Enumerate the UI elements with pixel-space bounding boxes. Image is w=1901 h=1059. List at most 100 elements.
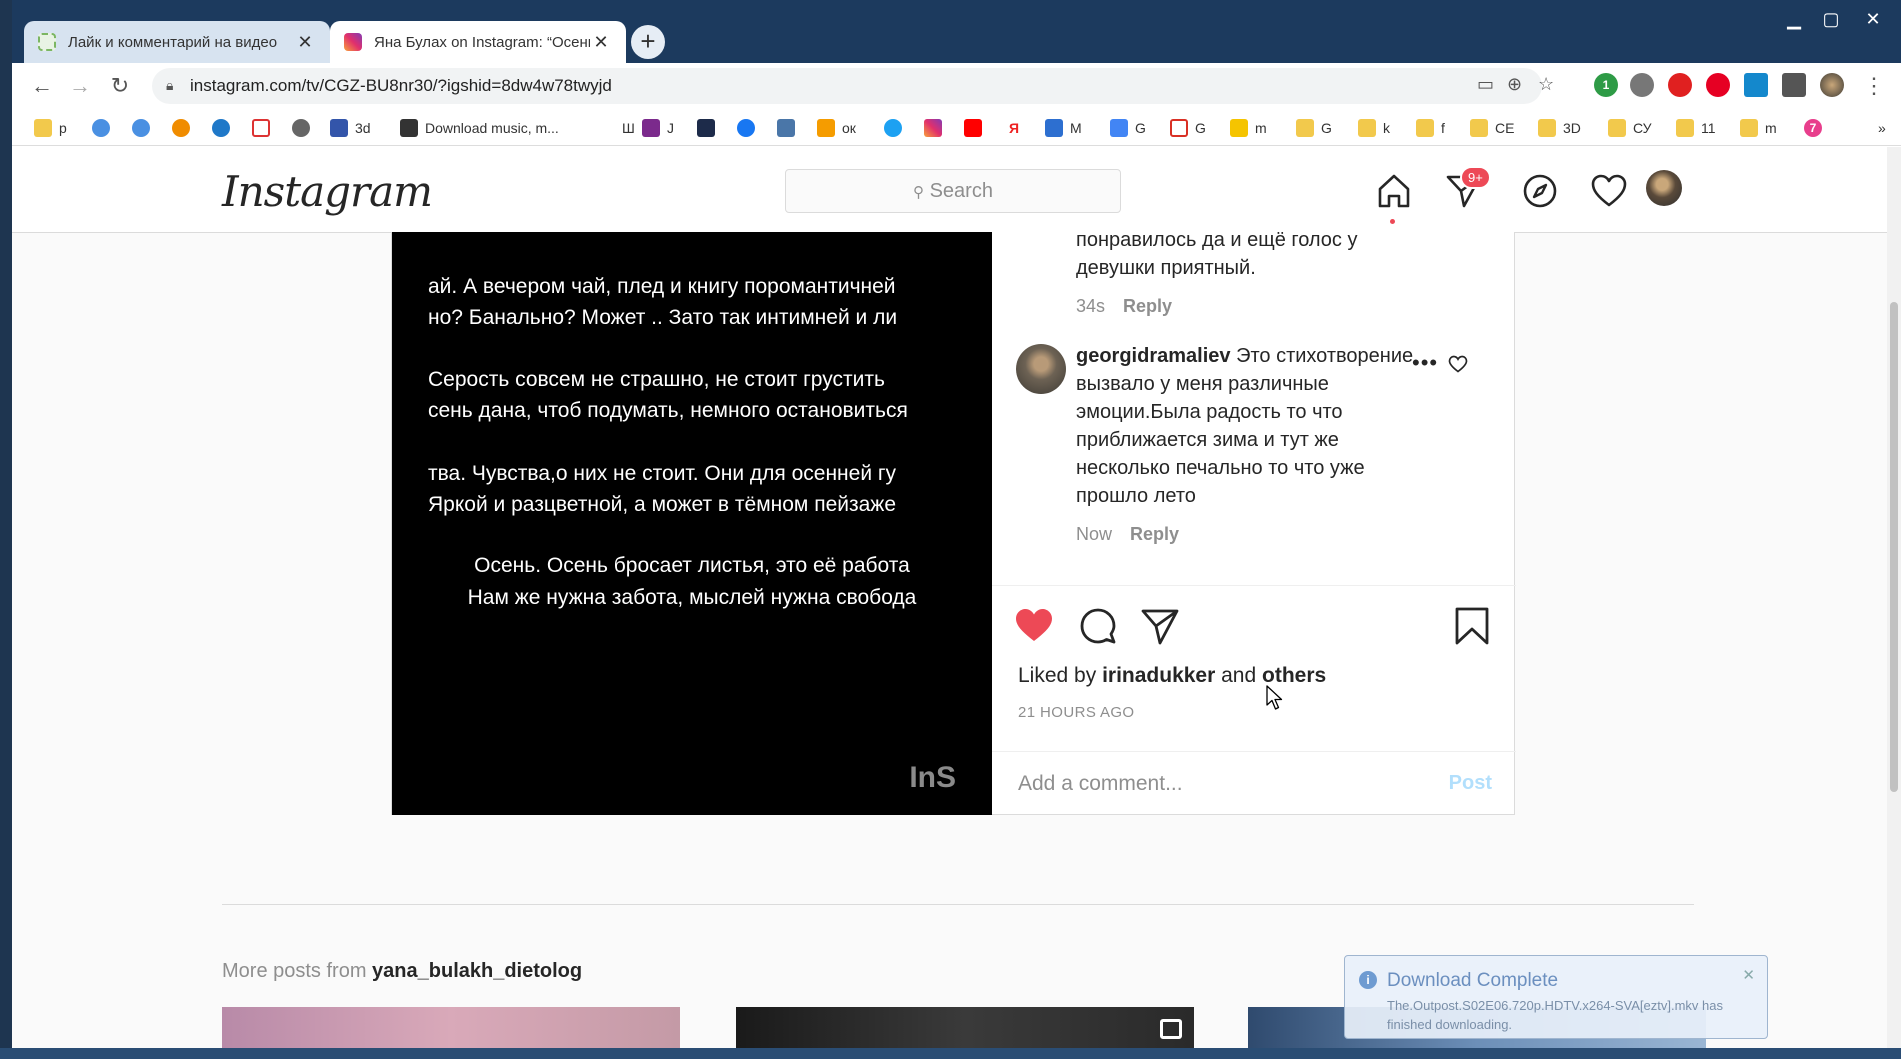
car-icon [400,119,418,137]
likes-others-link[interactable]: others [1262,664,1326,687]
bookmark[interactable] [697,117,722,139]
more-posts-username[interactable]: yana_bulakh_dietolog [372,960,582,982]
bookmark[interactable] [884,117,909,139]
close-icon[interactable]: ✕ [294,32,316,53]
reload-icon[interactable]: ↻ [104,71,136,103]
bookmark[interactable]: G [1170,117,1206,139]
home-icon[interactable] [1374,171,1414,211]
extension-badge: 1 [1602,78,1610,92]
close-icon[interactable]: ✕ [590,32,612,53]
bookmark-folder[interactable]: р [34,117,67,139]
address-bar[interactable]: 🔒︎ instagram.com/tv/CGZ-BU8nr30/?igshid=… [152,68,1554,104]
liker-username[interactable]: irinadukker [1102,664,1215,687]
post-thumbnail[interactable] [222,1007,680,1048]
bookmark[interactable]: G [1110,117,1146,139]
bookmark[interactable] [132,117,157,139]
tab-instagram[interactable]: Яна Булах on Instagram: “Осень. ✕ [330,21,626,63]
bookmark-folder[interactable]: 11 [1676,117,1716,139]
comment-more-options-icon[interactable]: ••• [1412,350,1438,376]
bookmark-folder[interactable]: CE [1470,117,1514,139]
instagram-logo[interactable]: Instagram [222,167,433,216]
bookmark-label: m [1255,120,1267,136]
bookmark[interactable] [92,117,117,139]
bookmark[interactable]: Download music, m... [400,117,559,139]
bookmark[interactable] [964,117,989,139]
extension-e-icon[interactable] [1744,73,1768,97]
bookmark[interactable] [172,117,197,139]
bookmark-folder[interactable]: 3D [1538,117,1581,139]
share-icon[interactable] [1140,606,1180,646]
bookmark[interactable] [777,117,802,139]
bookmark-folder[interactable]: f [1416,117,1445,139]
profile-avatar-icon[interactable] [1820,73,1844,97]
menu-kebab-icon[interactable]: ⋮ [1858,71,1890,103]
bookmarks-overflow-button[interactable]: » [1878,117,1886,139]
reply-button[interactable]: Reply [1130,524,1179,544]
bookmark-folder[interactable]: СУ [1608,117,1652,139]
bookmark[interactable]: 7 [1804,117,1829,139]
bookmark[interactable] [252,117,277,139]
tab-strip: Лайк и комментарий на видео ✕ Яна Булах … [12,0,1901,63]
bookmark[interactable]: ок [817,117,856,139]
m-logo-icon [212,119,230,137]
puzzle-icon[interactable] [1782,73,1806,97]
commenter-avatar[interactable] [1016,344,1066,394]
maximize-icon[interactable]: ▢ [1812,6,1850,32]
profile-avatar[interactable] [1646,170,1682,206]
bookmark[interactable]: M [1045,117,1082,139]
comment-username[interactable]: georgidramaliev [1076,345,1231,367]
bookmark[interactable]: m [1230,117,1267,139]
extension-home-icon[interactable]: 1 [1594,73,1618,97]
bookmark[interactable] [737,117,762,139]
download-notification[interactable]: i Download Complete The.Outpost.S02E06.7… [1344,955,1768,1039]
comment-like-heart-icon[interactable] [1448,355,1468,373]
bookmark-label: 3d [355,120,371,136]
tab-likes-comments[interactable]: Лайк и комментарий на видео ✕ [24,21,330,63]
bookmark[interactable] [924,117,949,139]
cast-icon[interactable]: ▭ [1477,74,1494,95]
back-icon[interactable]: ← [26,71,58,103]
new-tab-button[interactable]: + [631,25,665,59]
pinterest-icon[interactable] [1706,73,1730,97]
post-timestamp[interactable]: 21 HOURS AGO [1018,704,1135,721]
bookmark[interactable] [292,117,317,139]
scroll-thumb[interactable] [1890,302,1898,792]
page-scrollbar[interactable] [1887,147,1901,1048]
search-input[interactable]: ⚲ Search [785,169,1121,213]
folder-icon [1676,119,1694,137]
bookmark-folder[interactable]: k [1358,117,1390,139]
globe-icon [292,119,310,137]
folder-icon [1538,119,1556,137]
folder-icon [34,119,52,137]
star-icon[interactable]: ☆ [1538,74,1554,95]
bookmark[interactable]: J [642,117,674,139]
bookmark[interactable]: 3d [330,117,371,139]
bookmark[interactable]: Ш [597,117,635,139]
comment-bubble-icon[interactable] [1078,606,1118,646]
zoom-icon[interactable]: ⊕ [1507,74,1522,95]
liked-heart-icon[interactable] [1014,606,1054,644]
minimize-icon[interactable]: ▁ [1775,6,1813,32]
reply-button[interactable]: Reply [1123,296,1172,316]
folder-icon [1358,119,1376,137]
bookmark-folder[interactable]: G [1296,117,1332,139]
comments-panel: понравилось да и ещё голос у девушки при… [992,229,1516,815]
activity-heart-icon[interactable] [1589,171,1629,211]
bookmark[interactable] [212,117,237,139]
bookmark[interactable]: Я [1005,117,1030,139]
explore-compass-icon[interactable] [1520,171,1560,211]
bookmark-save-icon[interactable] [1454,606,1490,646]
bookmark-label: G [1195,120,1206,136]
post-thumbnail[interactable] [736,1007,1194,1048]
bookmark-folder[interactable]: m [1740,117,1777,139]
close-window-icon[interactable]: ✕ [1854,6,1892,32]
post-comment-button[interactable]: Post [1449,772,1492,795]
search-placeholder: Search [929,180,993,202]
close-icon[interactable]: ✕ [1742,966,1755,984]
opera-icon[interactable] [1668,73,1692,97]
video-player[interactable]: ай. А вечером чай, плед и книгу поромант… [392,232,992,815]
bookmark-label: 11 [1701,120,1716,136]
extension-chat-icon[interactable] [1630,73,1654,97]
comment-input[interactable]: Add a comment... [1018,772,1183,796]
forward-icon[interactable]: → [64,71,96,103]
